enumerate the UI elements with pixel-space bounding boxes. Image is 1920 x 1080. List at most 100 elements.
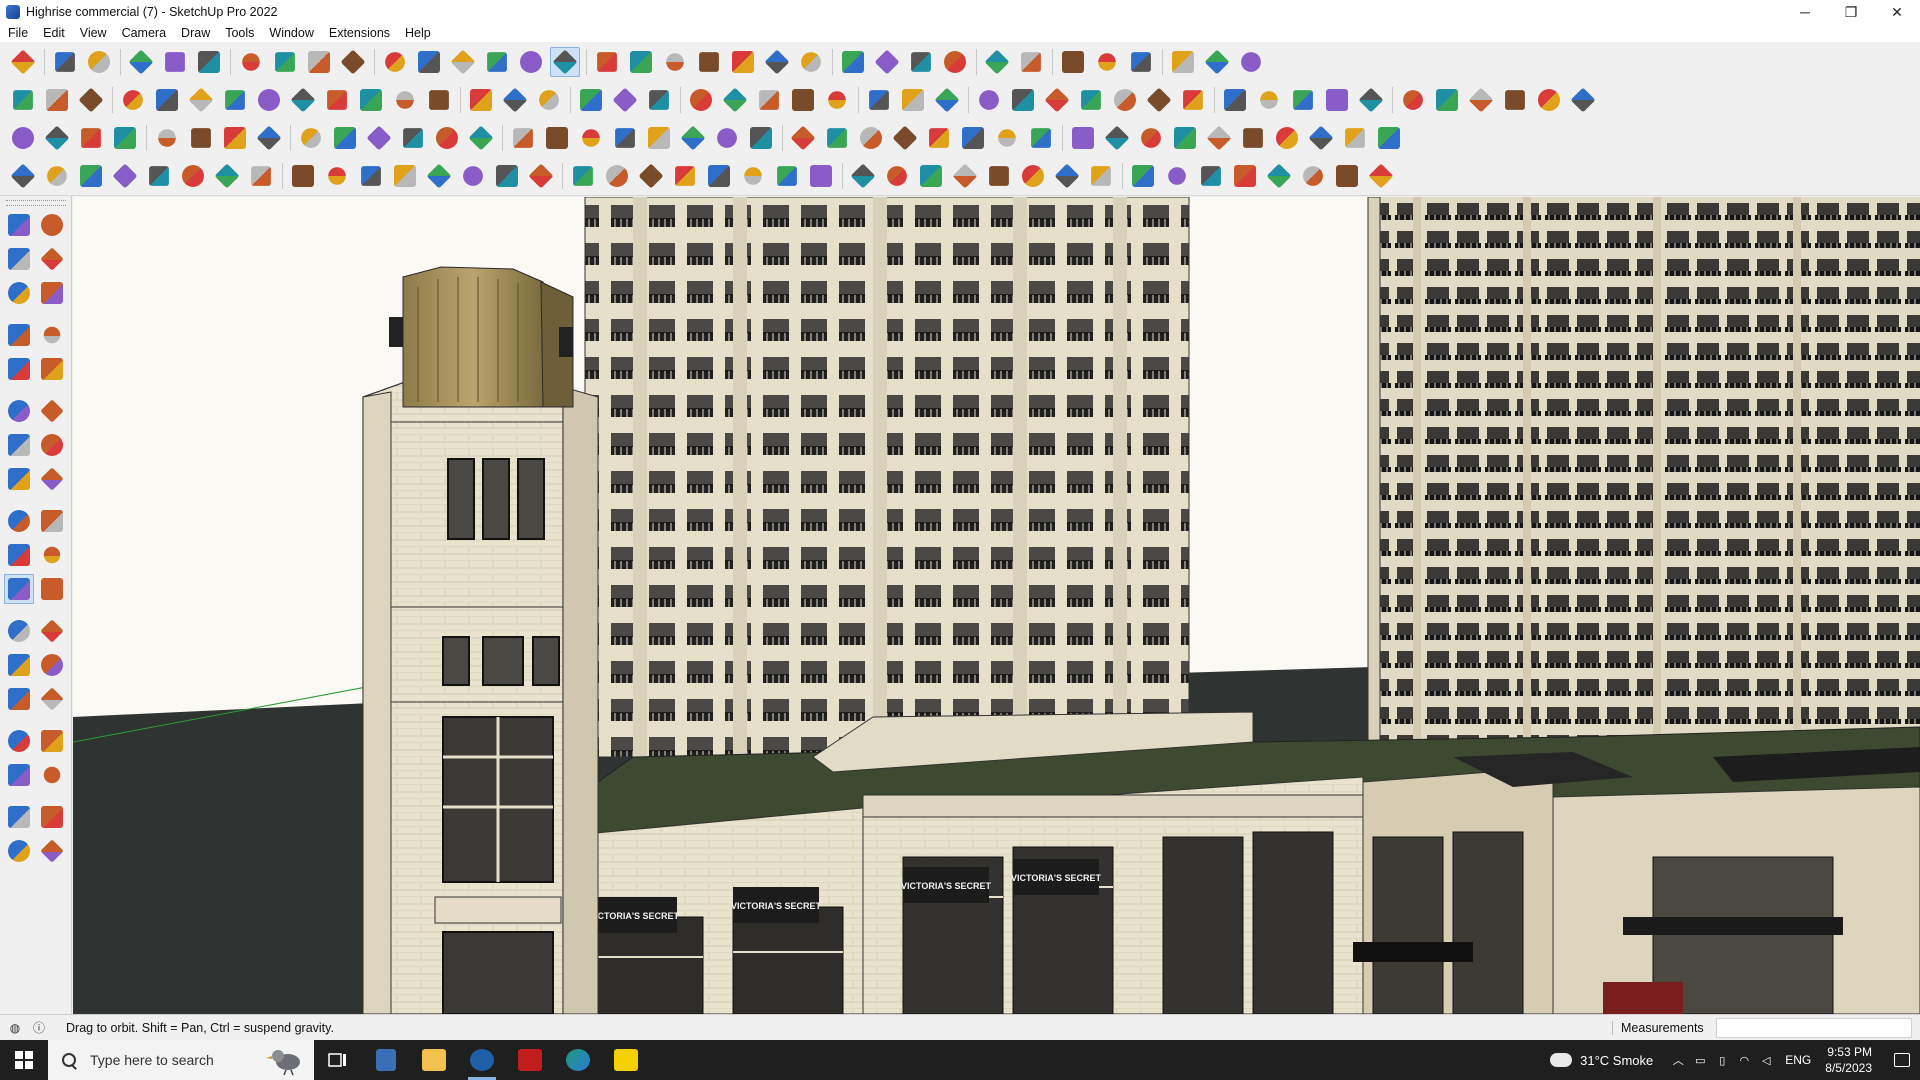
toolbar-tool-icon[interactable] (754, 85, 784, 115)
toolbar-tool-icon[interactable] (822, 85, 852, 115)
toolbar-tool-icon[interactable] (602, 161, 632, 191)
toolbar-tool-icon[interactable] (1466, 85, 1496, 115)
palette-tool-icon[interactable] (4, 320, 34, 350)
toolbar-tool-icon[interactable] (220, 85, 250, 115)
toolbar-tool-icon[interactable] (364, 123, 394, 153)
palette-tool-icon[interactable] (37, 616, 67, 646)
notifications-button[interactable] (1884, 1040, 1920, 1080)
toolbar-tool-icon[interactable] (160, 47, 190, 77)
taskbar-sticky-notes[interactable] (602, 1040, 650, 1080)
toolbar-tool-icon[interactable] (414, 47, 444, 77)
toolbar-tool-icon[interactable] (304, 47, 334, 77)
toolbar-tool-icon[interactable] (42, 123, 72, 153)
toolbar-tool-icon[interactable] (1076, 85, 1106, 115)
toolbar-tool-icon[interactable] (1220, 85, 1250, 115)
toolbar-tool-icon[interactable] (118, 85, 148, 115)
toolbar-tool-icon[interactable] (466, 123, 496, 153)
toolbar-tool-icon[interactable] (322, 85, 352, 115)
toolbar-tool-icon[interactable] (738, 161, 768, 191)
menu-help[interactable]: Help (405, 26, 431, 40)
toolbar-tool-icon[interactable] (390, 161, 420, 191)
toolbar-tool-icon[interactable] (236, 47, 266, 77)
toolbar-tool-icon[interactable] (610, 123, 640, 153)
toolbar-tool-icon[interactable] (152, 123, 182, 153)
toolbar-tool-icon[interactable] (806, 161, 836, 191)
toolbar-tool-icon[interactable] (788, 123, 818, 153)
toolbar-tool-icon[interactable] (1110, 85, 1140, 115)
toolbar-tool-icon[interactable] (110, 123, 140, 153)
palette-tool-icon[interactable] (4, 354, 34, 384)
palette-tool-icon[interactable] (4, 760, 34, 790)
toolbar-tool-icon[interactable] (626, 47, 656, 77)
menu-file[interactable]: File (8, 26, 28, 40)
toolbar-tool-icon[interactable] (1340, 123, 1370, 153)
toolbar-tool-icon[interactable] (194, 47, 224, 77)
toolbar-tool-icon[interactable] (1196, 161, 1226, 191)
toolbar-tool-icon[interactable] (1042, 85, 1072, 115)
toolbar-tool-icon[interactable] (644, 85, 674, 115)
model-viewport[interactable]: VICTORIA'S SECRET VICTORIA'S SECRET VICT… (73, 197, 1920, 1014)
close-button[interactable]: ✕ (1874, 0, 1920, 24)
toolbar-tool-icon[interactable] (592, 47, 622, 77)
show-hidden-icons-icon[interactable]: ︿ (1667, 1040, 1689, 1080)
toolbar-tool-icon[interactable] (906, 47, 936, 77)
toolbar-tool-icon[interactable] (788, 85, 818, 115)
toolbar-tool-icon[interactable] (1086, 161, 1116, 191)
toolbar-tool-icon[interactable] (728, 47, 758, 77)
toolbar-tool-icon[interactable] (1568, 85, 1598, 115)
toolbar-tool-icon[interactable] (1230, 161, 1260, 191)
toolbar-tool-icon[interactable] (694, 47, 724, 77)
toolbar-tool-icon[interactable] (492, 161, 522, 191)
toolbar-tool-icon[interactable] (1398, 85, 1428, 115)
toolbar-tool-icon[interactable] (76, 85, 106, 115)
toolbar-tool-icon[interactable] (356, 161, 386, 191)
toolbar-tool-icon[interactable] (8, 123, 38, 153)
palette-tool-icon[interactable] (4, 244, 34, 274)
menu-draw[interactable]: Draw (181, 26, 210, 40)
toolbar-tool-icon[interactable] (508, 123, 538, 153)
toolbar-tool-icon[interactable] (76, 123, 106, 153)
palette-tool-icon[interactable] (37, 802, 67, 832)
toolbar-tool-icon[interactable] (466, 85, 496, 115)
toolbar-tool-icon[interactable] (636, 161, 666, 191)
palette-tool-icon[interactable] (37, 210, 67, 240)
toolbar-tool-icon[interactable] (288, 85, 318, 115)
palette-tool-icon[interactable] (4, 430, 34, 460)
toolbar-tool-icon[interactable] (1306, 123, 1336, 153)
toolbar-tool-icon[interactable] (1356, 85, 1386, 115)
toolbar-tool-icon[interactable] (660, 47, 690, 77)
start-button[interactable] (0, 1040, 48, 1080)
toolbar-tool-icon[interactable] (670, 161, 700, 191)
toolbar-tool-icon[interactable] (838, 47, 868, 77)
toolbar-tool-icon[interactable] (322, 161, 352, 191)
taskbar-acrobat[interactable] (506, 1040, 554, 1080)
toolbar-tool-icon[interactable] (288, 161, 318, 191)
palette-tool-icon[interactable] (37, 278, 67, 308)
toolbar-tool-icon[interactable] (704, 161, 734, 191)
toolbar-tool-icon[interactable] (1136, 123, 1166, 153)
toolbar-tool-icon[interactable] (576, 85, 606, 115)
palette-tool-icon[interactable] (4, 574, 34, 604)
toolbar-tool-icon[interactable] (1254, 85, 1284, 115)
toolbar-tool-icon[interactable] (448, 47, 478, 77)
toolbar-tool-icon[interactable] (1102, 123, 1132, 153)
palette-tool-icon[interactable] (4, 726, 34, 756)
toolbar-tool-icon[interactable] (8, 161, 38, 191)
toolbar-tool-icon[interactable] (1052, 161, 1082, 191)
measurements-input[interactable] (1716, 1018, 1912, 1038)
language-indicator[interactable]: ENG (1785, 1053, 1811, 1067)
toolbar-tool-icon[interactable] (1016, 47, 1046, 77)
menu-edit[interactable]: Edit (43, 26, 65, 40)
toolbar-tool-icon[interactable] (882, 161, 912, 191)
volume-icon[interactable]: ◁ (1755, 1040, 1777, 1080)
toolbar-tool-icon[interactable] (898, 85, 928, 115)
toolbar-tool-icon[interactable] (1332, 161, 1362, 191)
toolbar-tool-icon[interactable] (1178, 85, 1208, 115)
toolbar-tool-icon[interactable] (398, 123, 428, 153)
toolbar-tool-icon[interactable] (254, 85, 284, 115)
toolbar-tool-icon[interactable] (8, 47, 38, 77)
menu-camera[interactable]: Camera (122, 26, 166, 40)
taskbar-sketchup[interactable] (458, 1040, 506, 1080)
toolbar-tool-icon[interactable] (1236, 47, 1266, 77)
toolbar-tool-icon[interactable] (1008, 85, 1038, 115)
